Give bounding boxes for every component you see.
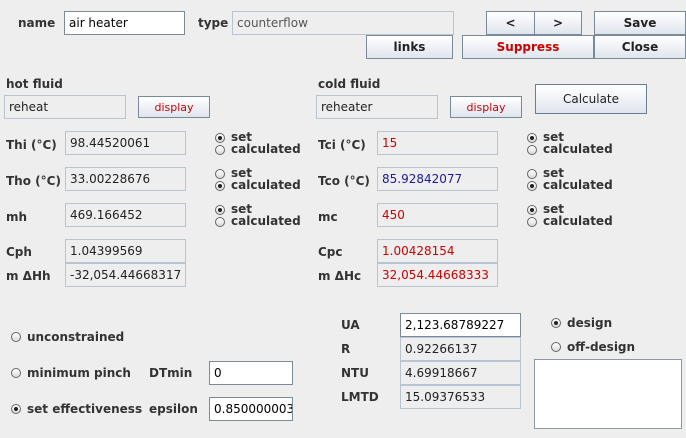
cpc-value: 1.00428154: [377, 239, 498, 263]
tho-value: 33.00228676: [65, 167, 186, 191]
cpc-label: Cpc: [318, 245, 343, 259]
hot-fluid-name: reheat: [4, 95, 126, 119]
type-label: type: [198, 16, 229, 30]
previous-button[interactable]: <: [486, 11, 535, 35]
tci-value: 15: [377, 131, 498, 155]
mh-calculated-label: calculated: [231, 214, 301, 228]
thi-set-radio[interactable]: [215, 133, 225, 143]
mc-calculated-label: calculated: [543, 214, 613, 228]
r-label: R: [341, 342, 351, 356]
hot-enthalpy-label: m ΔHh: [6, 269, 51, 283]
tho-label: Tho (°C): [6, 174, 61, 188]
mh-calculated-radio[interactable]: [215, 217, 225, 227]
tco-label: Tco (°C): [318, 174, 370, 188]
suppress-button[interactable]: Suppress: [462, 35, 594, 59]
cold-fluid-name: reheater: [316, 95, 438, 119]
cold-enthalpy-label: m ΔHc: [318, 269, 362, 283]
tci-calculated-radio[interactable]: [527, 145, 537, 155]
dtmin-label: DTmin: [149, 366, 193, 380]
mh-label: mh: [6, 210, 28, 224]
tho-calculated-label: calculated: [231, 178, 301, 192]
type-field: counterflow: [232, 11, 454, 35]
mc-set-radio[interactable]: [527, 205, 537, 215]
links-button[interactable]: links: [366, 35, 453, 59]
thi-calculated-radio[interactable]: [215, 145, 225, 155]
set-effectiveness-label: set effectiveness: [27, 402, 143, 416]
mh-value: 469.166452: [65, 203, 186, 227]
epsilon-input[interactable]: 0.850000003: [209, 397, 293, 421]
calculate-button[interactable]: Calculate: [535, 84, 647, 114]
thi-value: 98.44520061: [65, 131, 186, 155]
ua-input[interactable]: 2,123.68789227: [400, 313, 521, 337]
cold-display-button[interactable]: display: [450, 96, 522, 118]
notes-textarea[interactable]: [534, 359, 682, 429]
minimum-pinch-radio[interactable]: [11, 368, 21, 378]
set-effectiveness-radio[interactable]: [11, 404, 21, 414]
name-label: name: [18, 16, 56, 30]
ua-label: UA: [341, 318, 360, 332]
hot-fluid-title: hot fluid: [6, 77, 63, 91]
save-button[interactable]: Save: [594, 11, 686, 35]
ntu-label: NTU: [341, 366, 369, 380]
tco-calculated-radio[interactable]: [527, 181, 537, 191]
tci-set-radio[interactable]: [527, 133, 537, 143]
mc-label: mc: [318, 210, 338, 224]
tco-value: 85.92842077: [377, 167, 498, 191]
mc-calculated-radio[interactable]: [527, 217, 537, 227]
tco-calculated-label: calculated: [543, 178, 613, 192]
dtmin-input[interactable]: 0: [209, 361, 293, 385]
design-radio[interactable]: [551, 318, 561, 328]
next-button[interactable]: >: [534, 11, 582, 35]
tci-calculated-label: calculated: [543, 142, 613, 156]
tho-set-radio[interactable]: [215, 169, 225, 179]
close-button[interactable]: Close: [594, 35, 686, 59]
tci-label: Tci (°C): [318, 138, 366, 152]
unconstrained-label: unconstrained: [27, 330, 125, 344]
thi-calculated-label: calculated: [231, 142, 301, 156]
minimum-pinch-label: minimum pinch: [27, 366, 131, 380]
thi-label: Thi (°C): [6, 138, 57, 152]
cph-value: 1.04399569: [65, 239, 186, 263]
lmtd-label: LMTD: [341, 390, 379, 404]
off-design-radio[interactable]: [551, 342, 561, 352]
unconstrained-radio[interactable]: [11, 332, 21, 342]
name-input[interactable]: air heater: [64, 11, 185, 35]
r-value: 0.92266137: [400, 337, 521, 361]
mc-value: 450: [377, 203, 498, 227]
cold-fluid-title: cold fluid: [318, 77, 381, 91]
tho-calculated-radio[interactable]: [215, 181, 225, 191]
tco-set-radio[interactable]: [527, 169, 537, 179]
mh-set-radio[interactable]: [215, 205, 225, 215]
epsilon-label: epsilon: [149, 402, 198, 416]
hot-display-button[interactable]: display: [138, 96, 210, 118]
design-label: design: [567, 316, 613, 330]
off-design-label: off-design: [567, 340, 636, 354]
ntu-value: 4.69918667: [400, 361, 521, 385]
cph-label: Cph: [6, 245, 32, 259]
cold-enthalpy-value: 32,054.44668333: [377, 263, 498, 287]
lmtd-value: 15.09376533: [400, 385, 521, 409]
hot-enthalpy-value: -32,054.44668317: [65, 263, 186, 287]
